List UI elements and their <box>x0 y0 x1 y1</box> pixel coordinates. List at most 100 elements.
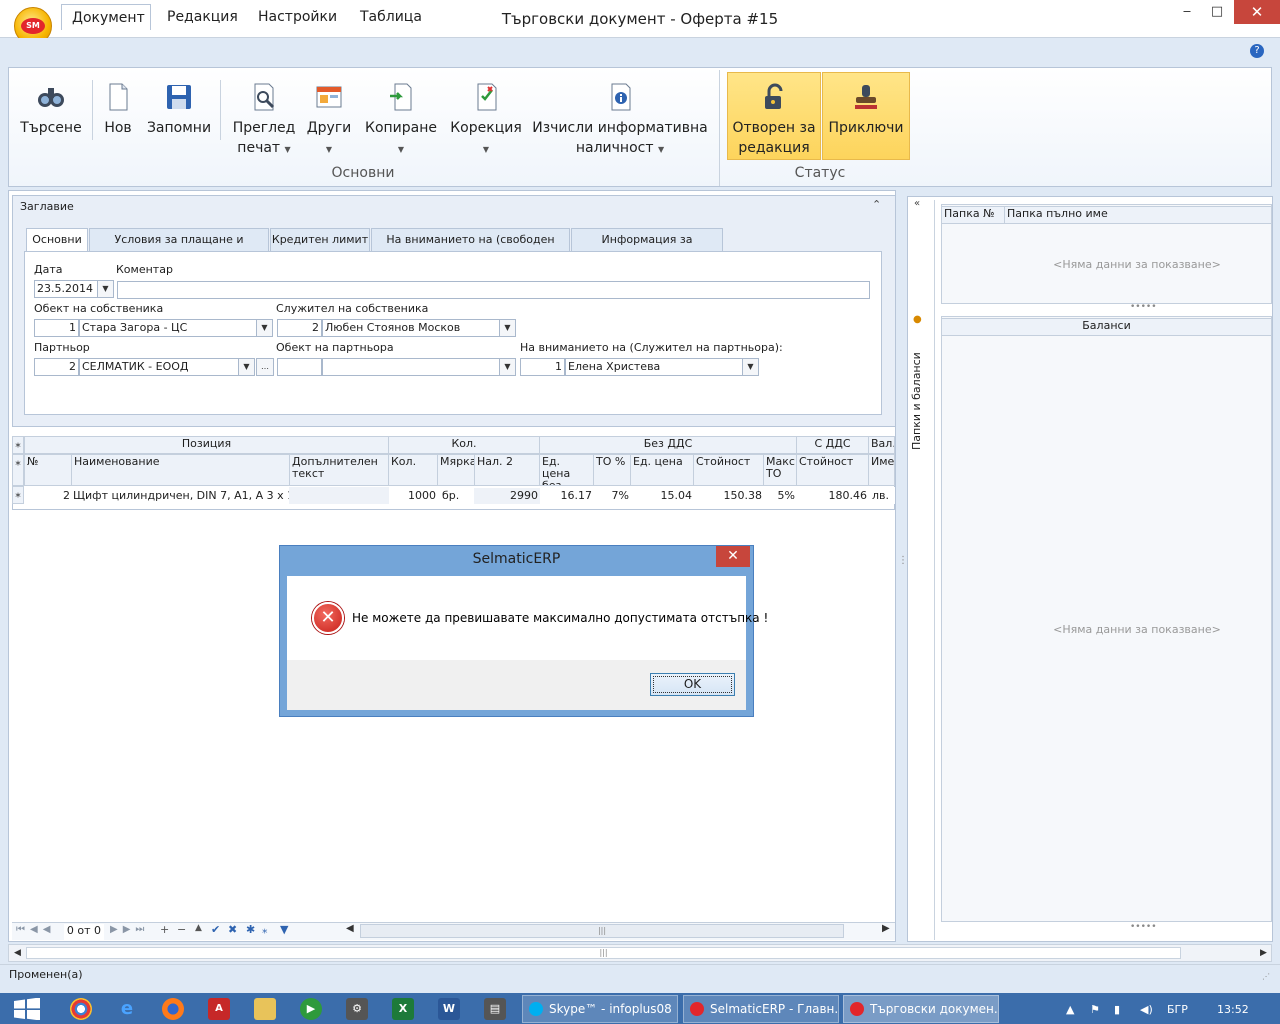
tab-settings[interactable]: Настройки <box>248 4 347 30</box>
maximize-button[interactable]: □ <box>1202 0 1232 24</box>
clock[interactable]: 13:52 <box>1217 1003 1249 1016</box>
acrobat-icon[interactable]: A <box>208 998 230 1020</box>
calculate-availability-button[interactable]: Изчисли информативна наличност ▼ <box>532 82 708 160</box>
scroll-right-icon[interactable]: ▶ <box>1260 948 1267 958</box>
partner-id-field[interactable]: 2 <box>34 358 79 376</box>
tab-document[interactable]: Документ <box>61 4 151 30</box>
owner-employee-id-field[interactable]: 2 <box>277 319 322 337</box>
col-additional-text[interactable]: Допълнителен текст <box>289 454 389 486</box>
collapse-left-icon[interactable]: « <box>914 198 920 209</box>
main-scrollbar-thumb[interactable]: ||| <box>26 947 1181 959</box>
ok-button[interactable]: OK <box>650 673 735 696</box>
cell-currency-name[interactable]: лв. <box>870 488 895 504</box>
partner-field[interactable]: СЕЛМАТИК - ЕООД <box>79 358 239 376</box>
windows-start-icon[interactable] <box>12 997 42 1021</box>
post-edit-icon[interactable]: ✔ <box>211 923 220 936</box>
tab-edit[interactable]: Редакция <box>157 4 248 30</box>
tray-arrow-icon[interactable]: ▲ <box>1066 1003 1074 1016</box>
col-unit[interactable]: Мярка <box>437 454 475 486</box>
excel-icon[interactable]: X <box>392 998 414 1020</box>
append-icon[interactable]: + <box>160 923 169 936</box>
dialog-close-button[interactable]: ✕ <box>716 546 750 567</box>
bookmark-icon[interactable]: ⁎ <box>262 923 268 936</box>
cell-value-vat[interactable]: 180.46 <box>796 488 869 504</box>
scroll-right-icon[interactable]: ▶ <box>882 923 890 934</box>
partner-browse-button[interactable]: … <box>256 358 274 376</box>
col-value[interactable]: Стойност <box>693 454 764 486</box>
chrome-icon[interactable] <box>70 998 92 1020</box>
cell-stock-2[interactable]: 2990 <box>474 488 540 504</box>
print-preview-button[interactable]: Преглед печат ▼ <box>230 82 298 160</box>
tool-icon[interactable]: ⚙ <box>346 998 368 1020</box>
other-button[interactable]: Други ▼ <box>304 82 354 160</box>
owner-employee-field[interactable]: Любен Стоянов Москов <box>322 319 500 337</box>
cell-unit[interactable]: бр. <box>440 488 476 504</box>
correction-button[interactable]: Корекция ▼ <box>448 82 524 160</box>
partner-object-dropdown-icon[interactable]: ▼ <box>499 358 516 376</box>
taskbar-selmatic-main[interactable]: SelmaticERP - Главн... <box>683 995 839 1023</box>
col-unit-price[interactable]: Ед. цена <box>630 454 694 486</box>
cell-unit-price-no-discount[interactable]: 16.17 <box>539 488 594 504</box>
word-icon[interactable]: W <box>438 998 460 1020</box>
cell-number[interactable]: 2 <box>24 488 72 504</box>
cell-name[interactable]: Щифт цилиндричен, DIN 7, A1, A 3 x 12 <box>71 488 290 504</box>
partner-dropdown-icon[interactable]: ▼ <box>238 358 255 376</box>
language-indicator[interactable]: БГР <box>1167 1003 1188 1016</box>
comment-field[interactable] <box>117 281 870 299</box>
finish-button[interactable]: Приключи <box>824 82 908 138</box>
tab-payment-delivery[interactable]: Условия за плащане и доставка <box>89 228 269 268</box>
tab-credit-limit[interactable]: Кредитен лимит <box>270 228 370 252</box>
date-field[interactable]: 23.5.2014 <box>34 280 98 298</box>
collapse-icon[interactable]: ⌃ <box>872 198 881 211</box>
col-stock-2[interactable]: Нал. 2 <box>474 454 540 486</box>
cell-max-discount[interactable]: 5% <box>763 488 797 504</box>
balances-header[interactable]: Баланси <box>941 318 1272 336</box>
tray-power-icon[interactable]: ▮ <box>1114 1003 1120 1016</box>
save-button[interactable]: Запомни <box>145 82 213 138</box>
col-unit-price-no-discount[interactable]: Ед. цена без отст. <box>539 454 594 486</box>
owner-employee-dropdown-icon[interactable]: ▼ <box>499 319 516 337</box>
side-label-container[interactable]: Папки и баланси <box>910 320 928 470</box>
splitter-handle[interactable]: ••••• <box>1130 922 1157 932</box>
new-button[interactable]: Нов <box>98 82 138 138</box>
tab-table[interactable]: Таблица <box>350 4 432 30</box>
cell-discount-percent[interactable]: 7% <box>593 488 631 504</box>
col-folder-number[interactable]: Папка № <box>941 206 1005 224</box>
internet-explorer-icon[interactable]: e <box>116 998 138 1020</box>
nav-next-last-icons[interactable]: ▶▶⏭ <box>110 924 149 935</box>
date-dropdown-icon[interactable]: ▼ <box>97 280 114 298</box>
col-currency-name[interactable]: Име <box>868 454 895 486</box>
close-button[interactable]: ✕ <box>1234 0 1280 24</box>
scroll-left-icon[interactable]: ◀ <box>346 923 354 934</box>
open-for-edit-button[interactable]: Отворен за редакция <box>729 82 819 158</box>
partner-object-field[interactable] <box>322 358 500 376</box>
tab-attention-free-text[interactable]: На вниманието на (свободен текст) <box>371 228 570 268</box>
cancel-edit-icon[interactable]: ✖ <box>228 923 237 936</box>
col-name[interactable]: Наименование <box>71 454 290 486</box>
tray-volume-icon[interactable]: ◀) <box>1140 1003 1153 1016</box>
file-explorer-icon[interactable] <box>254 998 276 1020</box>
horizontal-scrollbar-thumb[interactable]: ||| <box>360 924 844 938</box>
delete-icon[interactable]: − <box>177 923 186 936</box>
tray-flag-icon[interactable]: ⚑ <box>1090 1003 1100 1016</box>
attention-dropdown-icon[interactable]: ▼ <box>742 358 759 376</box>
resize-grip-icon[interactable]: ⋰ <box>1262 972 1270 981</box>
col-max-discount[interactable]: Макс. ТО <box>763 454 797 486</box>
filter-icon[interactable]: ▼ <box>280 923 288 936</box>
attention-field[interactable]: Елена Христева <box>565 358 743 376</box>
cell-unit-price[interactable]: 15.04 <box>630 488 694 504</box>
search-button[interactable]: Търсене <box>18 82 84 138</box>
taskbar-trade-document[interactable]: Търговски докумен... <box>843 995 999 1023</box>
cell-additional-text[interactable] <box>289 487 389 504</box>
col-value-vat[interactable]: Стойност <box>796 454 869 486</box>
firefox-icon[interactable] <box>162 998 184 1020</box>
scroll-left-icon[interactable]: ◀ <box>14 948 21 958</box>
attention-id-field[interactable]: 1 <box>520 358 565 376</box>
refresh-icon[interactable]: ✱ <box>246 923 255 936</box>
help-icon[interactable]: ? <box>1250 44 1264 58</box>
cell-quantity[interactable]: 1000 <box>388 488 438 504</box>
minimize-button[interactable]: ‒ <box>1172 0 1202 24</box>
tab-document-info[interactable]: Информация за документа <box>571 228 723 268</box>
partner-object-id-field[interactable] <box>277 358 322 376</box>
app-icon[interactable]: ▤ <box>484 998 506 1020</box>
